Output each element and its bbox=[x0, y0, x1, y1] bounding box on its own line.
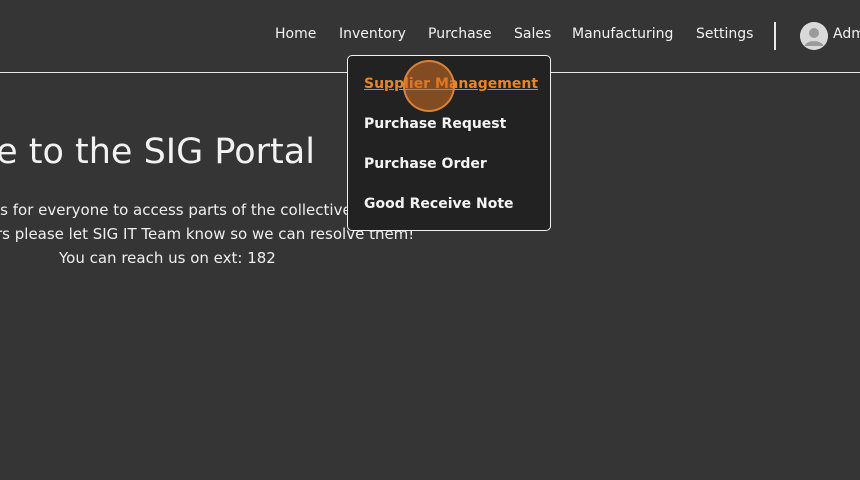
welcome-title: me to the SIG Portal bbox=[0, 132, 315, 172]
nav-divider bbox=[774, 22, 776, 50]
nav-settings[interactable]: Settings bbox=[696, 26, 753, 42]
nav-manufacturing[interactable]: Manufacturing bbox=[572, 26, 673, 42]
menu-item-purchase-order[interactable]: Purchase Order bbox=[364, 156, 487, 172]
nav-purchase[interactable]: Purchase bbox=[428, 26, 492, 42]
user-name[interactable]: Adm bbox=[833, 26, 860, 42]
nav-home[interactable]: Home bbox=[275, 26, 316, 42]
welcome-line: is for everyone to access parts of the c… bbox=[0, 201, 352, 219]
welcome-line: You can reach us on ext: 182 bbox=[59, 249, 276, 267]
purchase-dropdown-menu: Supplier Management Purchase Request Pur… bbox=[347, 55, 551, 231]
user-avatar-icon[interactable] bbox=[800, 22, 828, 50]
menu-item-purchase-request[interactable]: Purchase Request bbox=[364, 116, 506, 132]
page: me to the SIG Portal is for everyone to … bbox=[0, 0, 860, 480]
menu-item-supplier-management[interactable]: Supplier Management bbox=[364, 76, 538, 92]
nav-sales[interactable]: Sales bbox=[514, 26, 551, 42]
nav-inventory[interactable]: Inventory bbox=[339, 26, 406, 42]
menu-item-good-receive-note[interactable]: Good Receive Note bbox=[364, 196, 514, 212]
